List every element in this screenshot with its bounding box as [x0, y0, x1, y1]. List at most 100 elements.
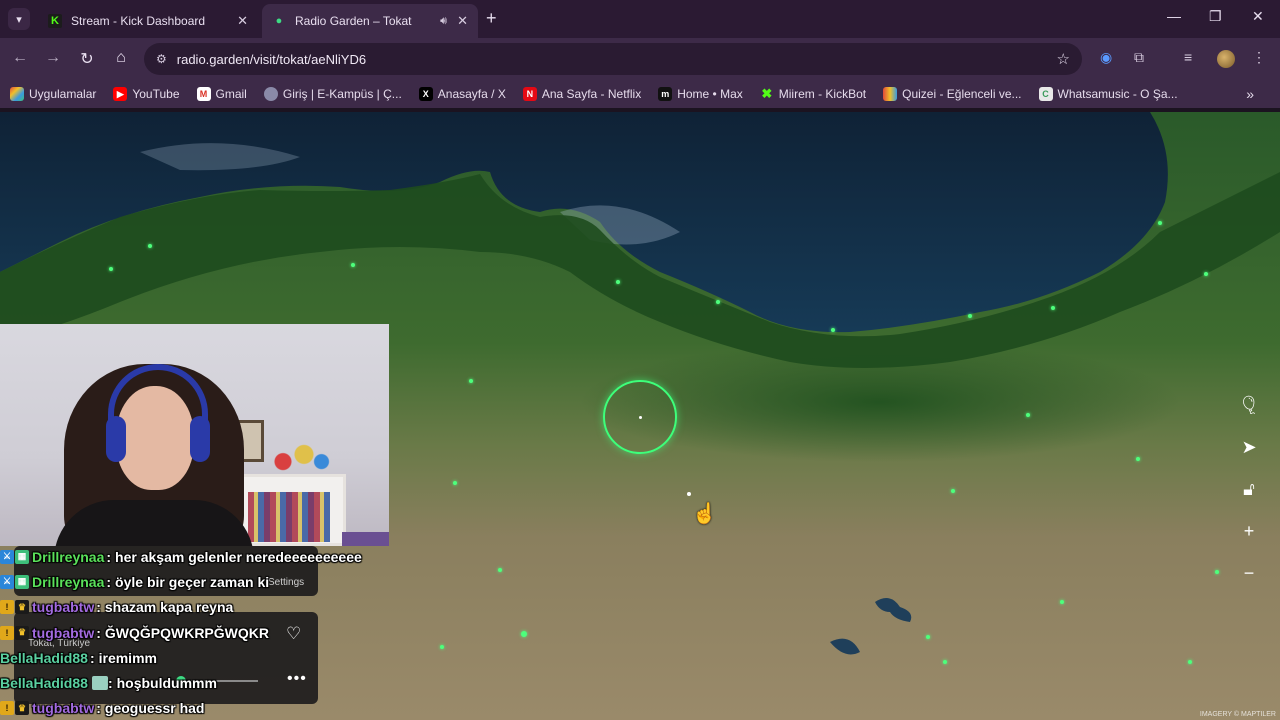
maximize-button[interactable]: ❐ [1209, 8, 1222, 25]
extension-translate-icon[interactable]: ◉ [1100, 49, 1112, 66]
profile-avatar[interactable] [1217, 50, 1235, 68]
headphone-left [106, 416, 126, 462]
tab-kick-dashboard[interactable]: K Stream - Kick Dashboard ✕ [38, 4, 258, 38]
station-dot[interactable] [453, 481, 457, 485]
station-dot[interactable] [109, 267, 113, 271]
selected-station-ring[interactable] [603, 380, 677, 454]
station-dot[interactable] [1215, 570, 1219, 574]
map-controls: 🎈︎ ➤ 🔓︎ + − [1232, 388, 1266, 598]
tab-search-button[interactable]: ▾ [8, 8, 30, 30]
station-dot[interactable] [687, 492, 691, 496]
zoom-in-icon[interactable]: + [1232, 514, 1266, 548]
station-dot[interactable] [1158, 221, 1162, 225]
chat-message: ! ♛ tugbabtw: shazam kapa reyna [0, 595, 400, 620]
moderator-badge-icon: ⚔ [0, 549, 14, 564]
lock-icon[interactable]: 🔓︎ [1232, 472, 1266, 506]
extensions-puzzle-icon[interactable]: ⧉ [1134, 49, 1144, 66]
chat-text: ĞWQĞPQWKRPĞWQKR [104, 624, 269, 641]
home-icon[interactable]: ⌂ [111, 49, 131, 67]
address-bar[interactable]: ⚙ radio.garden/visit/tokat/aeNliYD6 ☆ [144, 43, 1082, 75]
bookmark-max[interactable]: m Home • Max [658, 87, 743, 101]
kickbot-icon: ✖ [761, 86, 773, 101]
chat-message: ! ♛ tugbabtw: geoguessr had [0, 696, 400, 720]
station-dot[interactable] [1051, 306, 1055, 310]
crown-badge-icon: ♛ [15, 600, 29, 615]
bookmark-youtube[interactable]: ▶ YouTube [113, 87, 180, 101]
station-dot[interactable] [1136, 457, 1140, 461]
whatsamusic-icon: C [1038, 87, 1053, 101]
close-icon[interactable]: ✕ [237, 13, 248, 29]
bookmark-apps[interactable]: Uygulamalar [10, 87, 96, 101]
station-dot[interactable] [1204, 272, 1208, 276]
station-dot[interactable] [951, 489, 955, 493]
bookmark-label: Anasayfa / X [437, 87, 506, 101]
station-dot[interactable] [616, 280, 620, 284]
tab-title: Radio Garden – Tokat [295, 14, 412, 28]
more-bookmarks-icon[interactable]: » [1246, 86, 1254, 102]
station-dot[interactable] [1188, 660, 1192, 664]
bookmark-quizei[interactable]: Quizei - Eğlenceli ve... [883, 87, 1022, 101]
station-dot[interactable] [1026, 413, 1030, 417]
station-dot[interactable] [716, 300, 720, 304]
media-control-icon[interactable]: ≡ [1184, 49, 1192, 65]
stream-chat-overlay: ⚔ ▦ Drillreynaa: her akşam gelenler nered… [0, 544, 400, 720]
menu-dots-icon[interactable]: ⋮ [1252, 49, 1266, 66]
url-text[interactable]: radio.garden/visit/tokat/aeNliYD6 [177, 52, 1057, 67]
close-icon[interactable]: ✕ [457, 13, 468, 29]
bookmark-kickbot[interactable]: ✖ Miirem - KickBot [760, 86, 867, 101]
bookmark-x[interactable]: X Anasayfa / X [418, 87, 506, 101]
station-dot[interactable] [968, 314, 972, 318]
minimize-button[interactable]: — [1167, 8, 1181, 24]
plus-icon: + [486, 8, 497, 28]
station-dot[interactable] [498, 568, 502, 572]
station-dot[interactable] [831, 328, 835, 332]
chat-username: tugbabtw [32, 624, 95, 641]
chat-text: shazam kapa reyna [104, 599, 234, 616]
close-window-button[interactable]: ✕ [1252, 8, 1264, 25]
bookmark-whatsamusic[interactable]: C Whatsamusic - O Şa... [1038, 87, 1178, 101]
bookmark-netflix[interactable]: N Ana Sayfa - Netflix [522, 87, 642, 101]
chat-message: BellaHadid88: iremimm [0, 649, 157, 666]
chat-message: ! ♛ tugbabtw: ĞWQĞPQWKRPĞWQKR [0, 620, 400, 645]
reload-icon[interactable]: ↻ [77, 49, 97, 69]
station-dot[interactable] [440, 645, 444, 649]
locate-arrow-icon[interactable]: ➤ [1232, 430, 1266, 464]
site-info-icon[interactable]: ⚙ [156, 52, 167, 66]
books [248, 492, 330, 542]
crown-badge-icon: ♛ [15, 701, 29, 716]
new-tab-button[interactable]: + [486, 8, 497, 29]
forward-arrow-icon[interactable]: → [43, 49, 63, 67]
bookmark-label: Ana Sayfa - Netflix [541, 87, 642, 101]
bookmark-label: Miirem - KickBot [778, 87, 867, 101]
bookmark-label: Gmail [215, 87, 247, 101]
bookmark-label: Whatsamusic - O Şa... [1057, 87, 1178, 101]
imagery-credit: IMAGERY © MAPTILER [1199, 711, 1276, 718]
bookmark-label: Uygulamalar [29, 87, 97, 101]
gift-badge-icon: ! [0, 600, 14, 615]
chat-username: tugbabtw [32, 700, 95, 717]
tab-strip: ▾ K Stream - Kick Dashboard ✕ ● Radio Ga… [0, 0, 1280, 38]
apps-grid-icon [10, 87, 24, 101]
bookmark-ekampus[interactable]: Giriş | E-Kampüs | Ç... [263, 87, 402, 101]
station-dot[interactable] [521, 631, 527, 637]
back-arrow-icon[interactable]: ← [10, 49, 30, 67]
crown-badge-icon: ♛ [15, 625, 29, 640]
moderator-badge-icon: ⚔ [0, 574, 14, 589]
station-dot[interactable] [351, 263, 355, 267]
speaker-icon[interactable]: 🔊︎ [440, 15, 447, 28]
campus-icon [263, 87, 278, 101]
bookmark-gmail[interactable]: M Gmail [196, 87, 247, 101]
zoom-out-icon[interactable]: − [1232, 556, 1266, 590]
max-icon: m [658, 87, 673, 101]
bookmark-star-icon[interactable]: ☆ [1057, 50, 1070, 68]
station-dot[interactable] [1060, 600, 1064, 604]
bookmark-label: Home • Max [677, 87, 743, 101]
tab-radio-garden[interactable]: ● Radio Garden – Tokat 🔊︎ ✕ [262, 4, 478, 38]
chat-text: iremimm [98, 649, 157, 666]
balloon-icon[interactable]: 🎈︎ [1232, 388, 1266, 422]
toys [262, 440, 332, 476]
chat-text: geoguessr had [104, 700, 205, 717]
chat-username: Drillreynaa [32, 548, 105, 565]
station-dot[interactable] [469, 379, 473, 383]
station-dot[interactable] [148, 244, 152, 248]
